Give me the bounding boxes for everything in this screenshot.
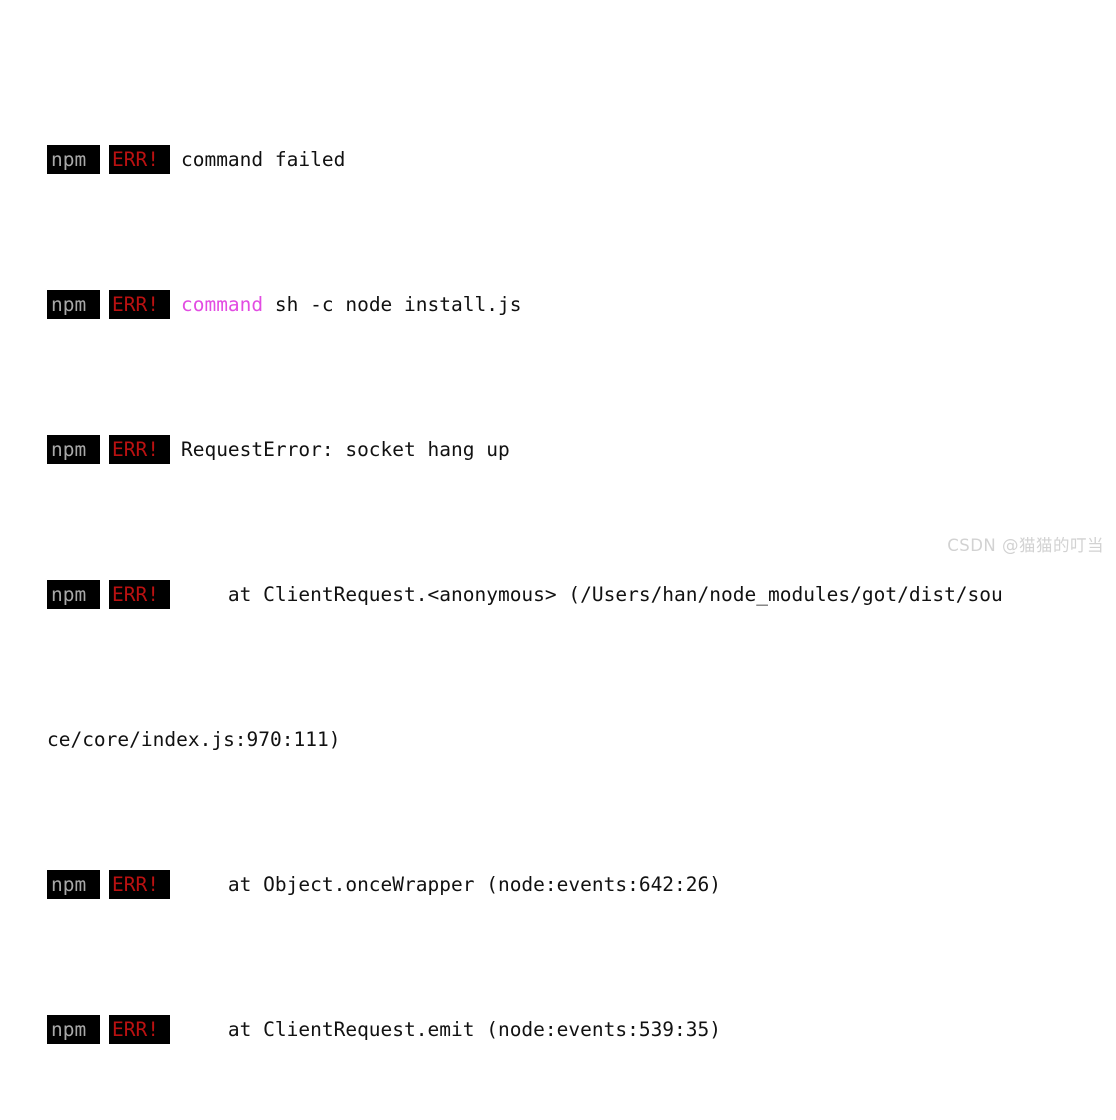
log-line-text: at ClientRequest.<anonymous> (/Users/han… — [180, 583, 1003, 606]
tag-gap — [100, 580, 109, 609]
tag-gap — [100, 435, 109, 464]
tag-gap — [100, 290, 109, 319]
log-line: npm ERR! command sh -c node install.js — [0, 261, 1116, 319]
npm-tag: npm — [46, 870, 100, 899]
log-line-wrapped: ce/core/index.js:970:111) — [0, 696, 1116, 751]
npm-tag: npm — [46, 1015, 100, 1044]
log-line-text: command sh -c node install.js — [170, 290, 521, 319]
command-keyword: command — [180, 293, 264, 316]
log-line-text: RequestError: socket hang up — [180, 438, 510, 461]
log-line: npm ERR! RequestError: socket hang up — [0, 406, 1116, 464]
npm-tag: npm — [46, 580, 100, 609]
err-tag: ERR! — [108, 580, 170, 609]
log-line-text: at ClientRequest.emit (node:events:539:3… — [180, 1018, 722, 1041]
blur-redaction-overlay — [597, 199, 1116, 229]
log-line: npm ERR! at Object.onceWrapper (node:even… — [0, 841, 1116, 899]
tag-gap — [100, 1015, 109, 1044]
log-line-text: ce/core/index.js:970:111) — [46, 728, 341, 751]
csdn-watermark: CSDN @猫猫的叮当 — [947, 536, 1104, 555]
npm-tag: npm — [46, 145, 100, 174]
terminal-output-pane: npm ERR! command failed npm ERR! command sh … — [0, 0, 1116, 1044]
log-line-text-rest: sh -c node install.js — [263, 293, 522, 316]
log-line: npm ERR! command failed — [0, 116, 1116, 174]
log-line-text: at Object.onceWrapper (node:events:642:2… — [180, 873, 722, 896]
log-line-text: command failed — [180, 148, 346, 171]
tag-gap — [100, 870, 109, 899]
err-tag: ERR! — [108, 1015, 170, 1044]
npm-tag: npm — [46, 290, 100, 319]
log-line: npm ERR! at ClientRequest.emit (node:even… — [0, 986, 1116, 1044]
err-tag: ERR! — [108, 145, 170, 174]
err-tag: ERR! — [108, 435, 170, 464]
npm-tag: npm — [46, 435, 100, 464]
tag-gap — [100, 145, 109, 174]
err-tag: ERR! — [108, 290, 170, 319]
err-tag: ERR! — [108, 870, 170, 899]
